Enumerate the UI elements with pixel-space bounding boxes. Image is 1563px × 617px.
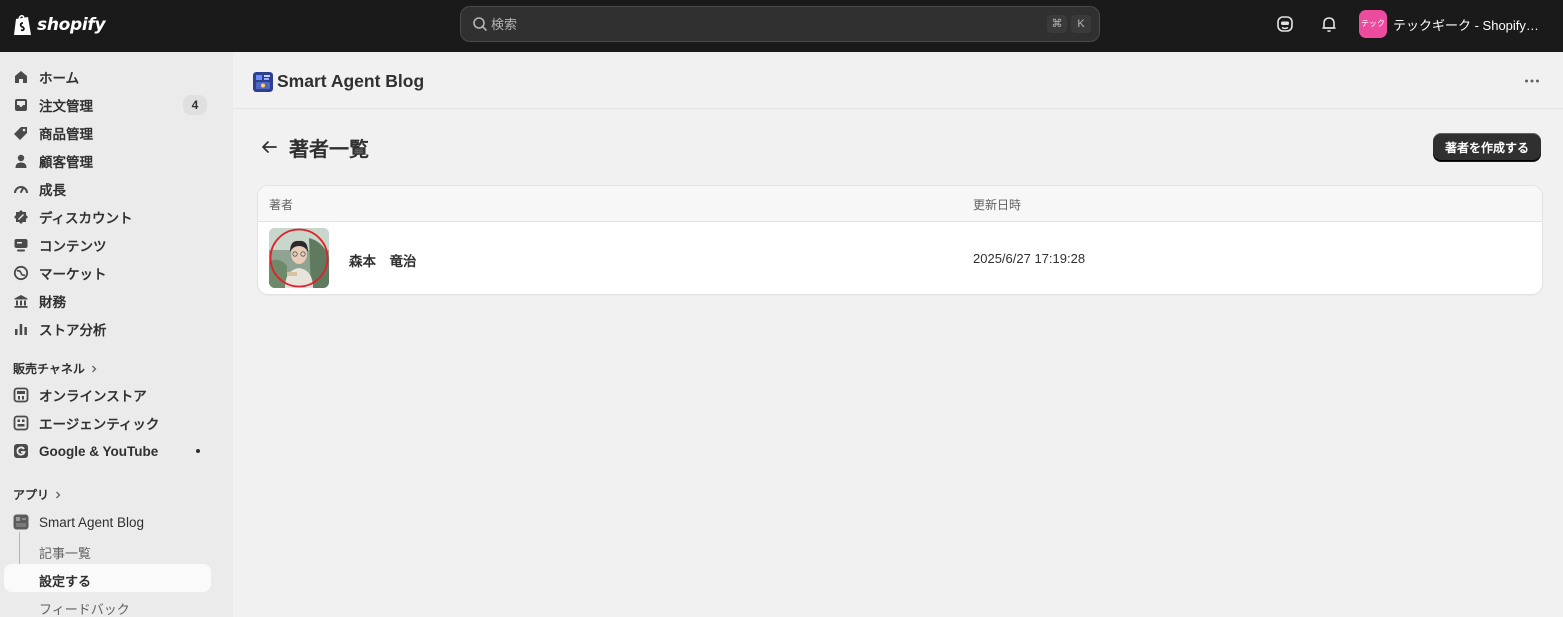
shopify-logo[interactable]: shopify [12, 12, 106, 38]
main-content: Smart Agent Blog 著者一覧 著者を作成する 著者 更新日時 森本… [233, 52, 1563, 617]
sidekick-icon[interactable] [1275, 14, 1295, 34]
sidebar-item-label: ストア分析 [39, 323, 107, 338]
sidebar-subitem-settings[interactable]: 設定する [4, 564, 211, 592]
sidebar-item-label: 注文管理 [39, 99, 93, 114]
sidebar-subitem-label: フィードバック [39, 602, 130, 617]
sidebar-item-label: コンテンツ [39, 239, 107, 254]
bar-chart-icon [15, 324, 27, 335]
sidebar-item-label: 成長 [39, 183, 66, 198]
sidebar: ホーム 注文管理 4 商品管理 顧客管理 成長 ディスカウント コンテンツ マー… [0, 52, 233, 617]
bank-icon [14, 295, 28, 308]
app-title-bar: Smart Agent Blog [233, 52, 1563, 109]
search-icon [473, 17, 487, 31]
chevron-right-icon [91, 365, 97, 372]
sidebar-item-label: エージェンティック [39, 417, 160, 432]
apps-heading[interactable]: アプリ [13, 486, 63, 503]
updated-date: 2025/6/27 17:19:28 [973, 251, 1086, 266]
bell-icon[interactable] [1319, 14, 1339, 34]
shopify-bag-icon [14, 14, 31, 35]
sidebar-item-label: Google & YouTube [39, 443, 159, 459]
sidebar-item-label: マーケット [39, 267, 107, 282]
app-logo-icon [253, 72, 273, 92]
agentic-icon [13, 415, 29, 431]
table-header: 著者 更新日時 [258, 186, 1542, 222]
column-header-updated: 更新日時 [973, 198, 1022, 212]
person-icon [15, 154, 27, 168]
shortcut-cmd-key: ⌘ [1047, 15, 1067, 33]
page-header: 著者一覧 著者を作成する [257, 130, 1543, 164]
sidebar-item-label: 財務 [39, 295, 66, 310]
sidebar-subitem-feedback[interactable]: フィードバック [4, 592, 211, 617]
authors-table: 著者 更新日時 森本 竜治 2025/6/27 17:19:28 [258, 186, 1542, 294]
sidebar-subitem-articles[interactable]: 記事一覧 [4, 536, 211, 564]
sidebar-item-growth[interactable]: 成長 [4, 176, 211, 202]
back-arrow-icon[interactable] [257, 135, 281, 159]
sidebar-item-label: ホーム [39, 71, 80, 86]
apps-label: アプリ [13, 488, 50, 502]
search-input[interactable] [491, 14, 991, 34]
app-icon [13, 514, 29, 530]
orders-count-badge: 4 [183, 95, 207, 115]
sidebar-item-orders[interactable]: 注文管理 4 [4, 92, 211, 118]
sidebar-item-home[interactable]: ホーム [4, 64, 211, 90]
sidebar-item-label: オンラインストア [39, 389, 147, 404]
global-search[interactable]: ⌘ K [460, 6, 1100, 42]
sidebar-item-finance[interactable]: 財務 [4, 288, 211, 314]
sidebar-item-smart-agent-blog[interactable]: Smart Agent Blog [4, 509, 211, 535]
shortcut-k-key: K [1071, 15, 1091, 33]
content-icon [14, 239, 28, 252]
sales-channels-label: 販売チャネル [13, 362, 85, 376]
store-avatar: テック [1359, 10, 1387, 38]
tag-icon [14, 127, 27, 140]
globe-icon [13, 265, 29, 281]
sidebar-item-analytics[interactable]: ストア分析 [4, 316, 211, 342]
home-icon [15, 71, 27, 83]
sidebar-subitem-label: 設定する [39, 574, 92, 589]
author-name[interactable]: 森本 竜治 [349, 250, 417, 270]
sidebar-item-content[interactable]: コンテンツ [4, 232, 211, 258]
sidebar-item-label: ディスカウント [39, 211, 133, 226]
discount-icon [14, 210, 28, 224]
store-icon [13, 387, 29, 403]
sidebar-item-customers[interactable]: 顧客管理 [4, 148, 211, 174]
sidebar-item-online-store[interactable]: オンラインストア [4, 382, 211, 408]
sidebar-item-products[interactable]: 商品管理 [4, 120, 211, 146]
sidebar-item-google-youtube[interactable]: Google & YouTube [4, 438, 211, 464]
store-name: テックギーク - Shopifyア... [1393, 17, 1549, 33]
app-title: Smart Agent Blog [277, 71, 425, 91]
sidebar-item-markets[interactable]: マーケット [4, 260, 211, 286]
sidebar-subitem-label: 記事一覧 [39, 546, 92, 561]
more-options-icon[interactable] [1523, 72, 1541, 90]
inbox-icon [15, 99, 27, 111]
sales-channels-heading[interactable]: 販売チャネル [13, 360, 99, 377]
create-author-button[interactable]: 著者を作成する [1433, 133, 1541, 161]
sidebar-item-discounts[interactable]: ディスカウント [4, 204, 211, 230]
status-dot [196, 449, 200, 453]
author-avatar [269, 228, 329, 288]
sidebar-item-label: Smart Agent Blog [39, 514, 145, 530]
page-title: 著者一覧 [289, 139, 369, 161]
sidebar-item-label: 顧客管理 [39, 155, 93, 170]
sidebar-item-agentic[interactable]: エージェンティック [4, 410, 211, 436]
store-menu[interactable]: テック テックギーク - Shopifyア... [1359, 10, 1549, 38]
top-bar: shopify ⌘ K テック テックギーク - Shopifyア... [0, 0, 1563, 52]
gauge-icon [14, 186, 28, 194]
sidebar-item-label: 商品管理 [39, 127, 93, 142]
column-header-author: 著者 [269, 198, 294, 212]
google-icon [14, 444, 28, 458]
chevron-right-icon [56, 491, 61, 498]
table-row[interactable]: 森本 竜治 2025/6/27 17:19:28 [258, 222, 1542, 294]
shopify-wordmark: shopify [37, 15, 106, 35]
